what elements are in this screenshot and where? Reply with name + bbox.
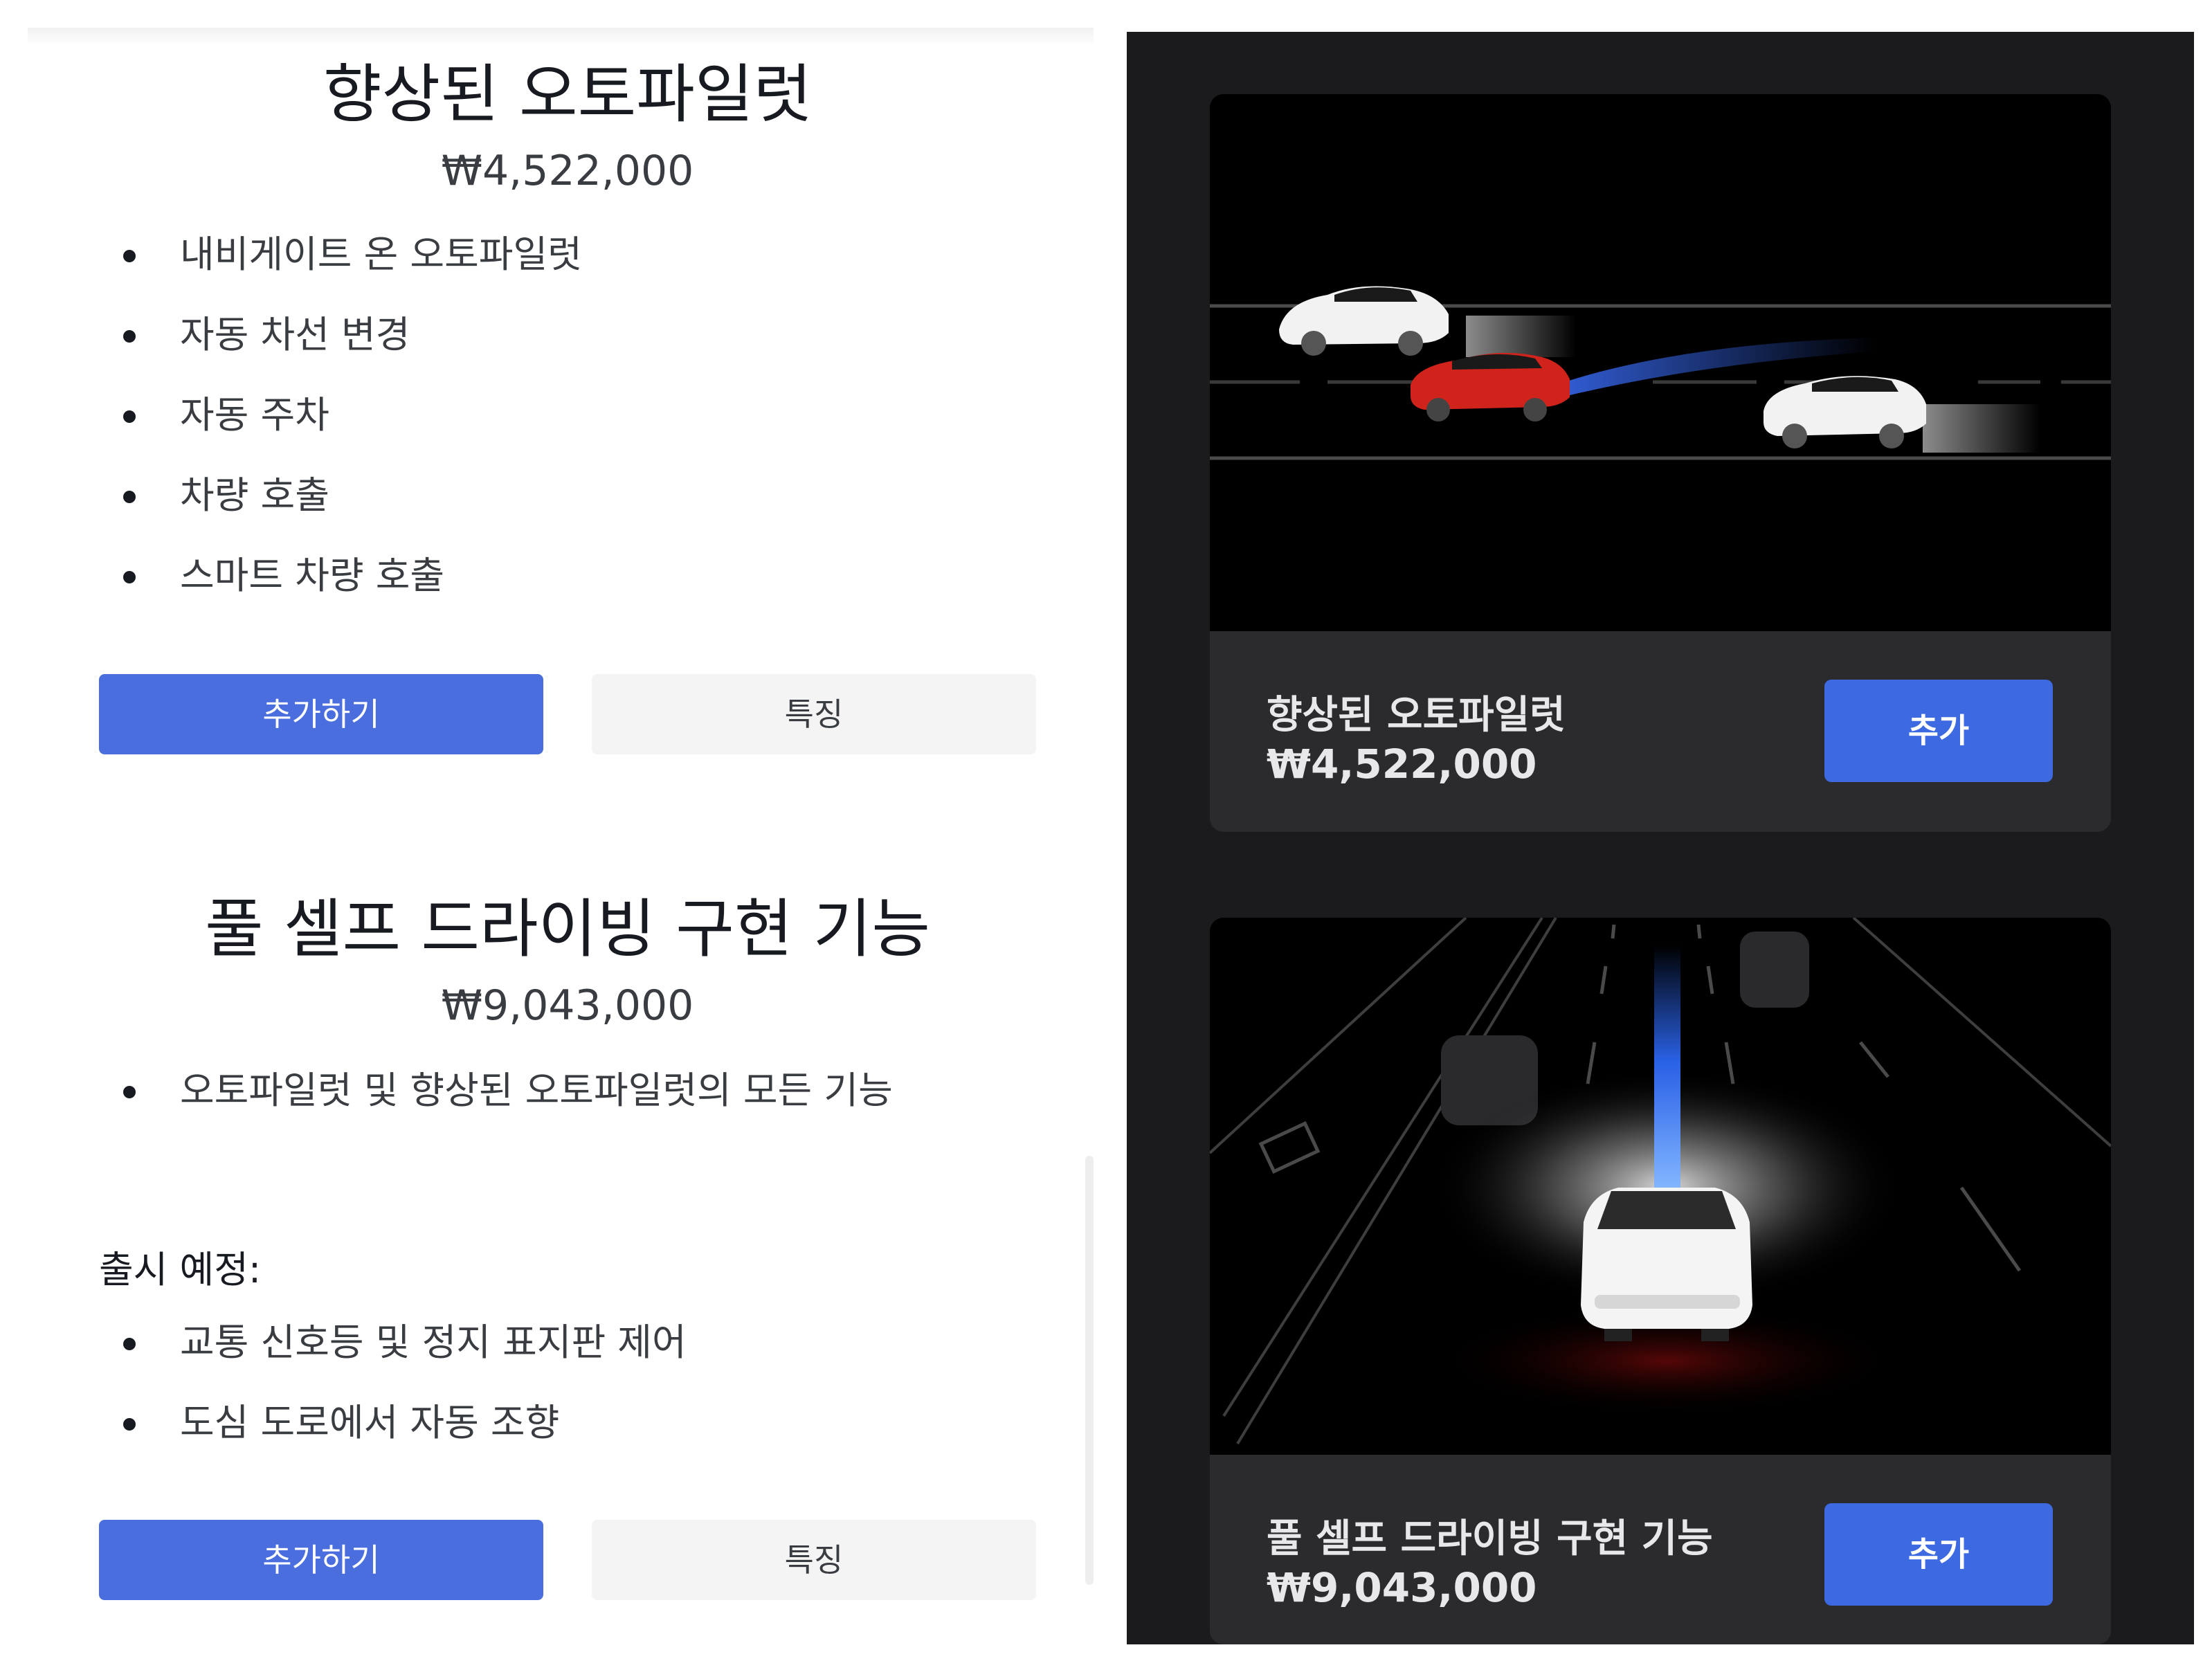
fsd-feature-list: 오토파일럿 및 향상된 오토파일럿의 모든 기능 xyxy=(104,1051,893,1131)
enhanced-autopilot-price: ₩4,522,000 xyxy=(441,147,694,195)
bullet-icon xyxy=(123,1086,136,1098)
scrollbar[interactable] xyxy=(1085,1156,1094,1585)
bullet-icon xyxy=(123,330,136,343)
bullet-icon xyxy=(123,250,136,262)
add-enhanced-autopilot-button[interactable]: 추가하기 xyxy=(99,674,543,754)
package-list-panel: 향상된 오토파일럿 ₩4,522,000 내비게이트 온 오토파일럿 자동 차선… xyxy=(0,0,1107,1661)
feature-item: 스마트 차량 호출 xyxy=(104,536,582,616)
bullet-icon xyxy=(123,410,136,423)
shadow-car-top xyxy=(1740,932,1809,1008)
bullet-icon xyxy=(123,571,136,583)
card-price: ₩4,522,000 xyxy=(1267,741,1537,788)
card-footer: 풀 셀프 드라이빙 구현 기능 ₩9,043,000 추가 xyxy=(1210,1455,2111,1644)
fsd-features-button[interactable]: 특징 xyxy=(592,1520,1036,1600)
card-price: ₩9,043,000 xyxy=(1267,1564,1537,1611)
fsd-title: 풀 셀프 드라이빙 구현 기능 xyxy=(204,892,931,966)
upcoming-item: 도심 도로에서 자동 조향 xyxy=(104,1383,687,1463)
bullet-icon xyxy=(123,491,136,503)
enhanced-autopilot-feature-list: 내비게이트 온 오토파일럿 자동 차선 변경 자동 주차 차량 호출 스마트 차… xyxy=(104,215,582,616)
fsd-card: 풀 셀프 드라이빙 구현 기능 ₩9,043,000 추가 xyxy=(1210,918,2111,1644)
white-tesla-rear xyxy=(1581,1188,1752,1341)
card-title: 향상된 오토파일럿 xyxy=(1267,693,1566,738)
upcoming-feature-list: 교통 신호등 및 정지 표지판 제어 도심 도로에서 자동 조향 xyxy=(104,1303,687,1463)
enhanced-autopilot-card: 향상된 오토파일럿 ₩4,522,000 추가 xyxy=(1210,94,2111,832)
dark-card-panel: 향상된 오토파일럿 ₩4,522,000 추가 풀 셀프 드라이빙 구현 기능 … xyxy=(1127,32,2194,1644)
feature-item: 자동 주차 xyxy=(104,375,582,455)
add-fsd-button[interactable]: 추가하기 xyxy=(99,1520,543,1600)
feature-item: 자동 차선 변경 xyxy=(104,295,582,375)
feature-item: 차량 호출 xyxy=(104,455,582,536)
upcoming-item: 교통 신호등 및 정지 표지판 제어 xyxy=(104,1303,687,1383)
bullet-icon xyxy=(123,1418,136,1431)
highway-self-driving-illustration xyxy=(1210,918,2111,1455)
card-footer: 향상된 오토파일럿 ₩4,522,000 추가 xyxy=(1210,631,2111,832)
fsd-price: ₩9,043,000 xyxy=(441,981,694,1030)
card-add-button[interactable]: 추가 xyxy=(1824,1503,2053,1606)
bullet-icon xyxy=(123,1338,136,1350)
feature-item: 오토파일럿 및 향상된 오토파일럿의 모든 기능 xyxy=(104,1051,893,1131)
upcoming-heading: 출시 예정: xyxy=(99,1248,262,1291)
feature-item: 내비게이트 온 오토파일럿 xyxy=(104,215,582,295)
enhanced-autopilot-title: 향상된 오토파일럿 xyxy=(323,57,813,131)
card-add-button[interactable]: 추가 xyxy=(1824,680,2053,782)
lane-change-illustration xyxy=(1210,94,2111,631)
card-title: 풀 셀프 드라이빙 구현 기능 xyxy=(1267,1516,1713,1561)
enhanced-autopilot-features-button[interactable]: 특징 xyxy=(592,674,1036,754)
